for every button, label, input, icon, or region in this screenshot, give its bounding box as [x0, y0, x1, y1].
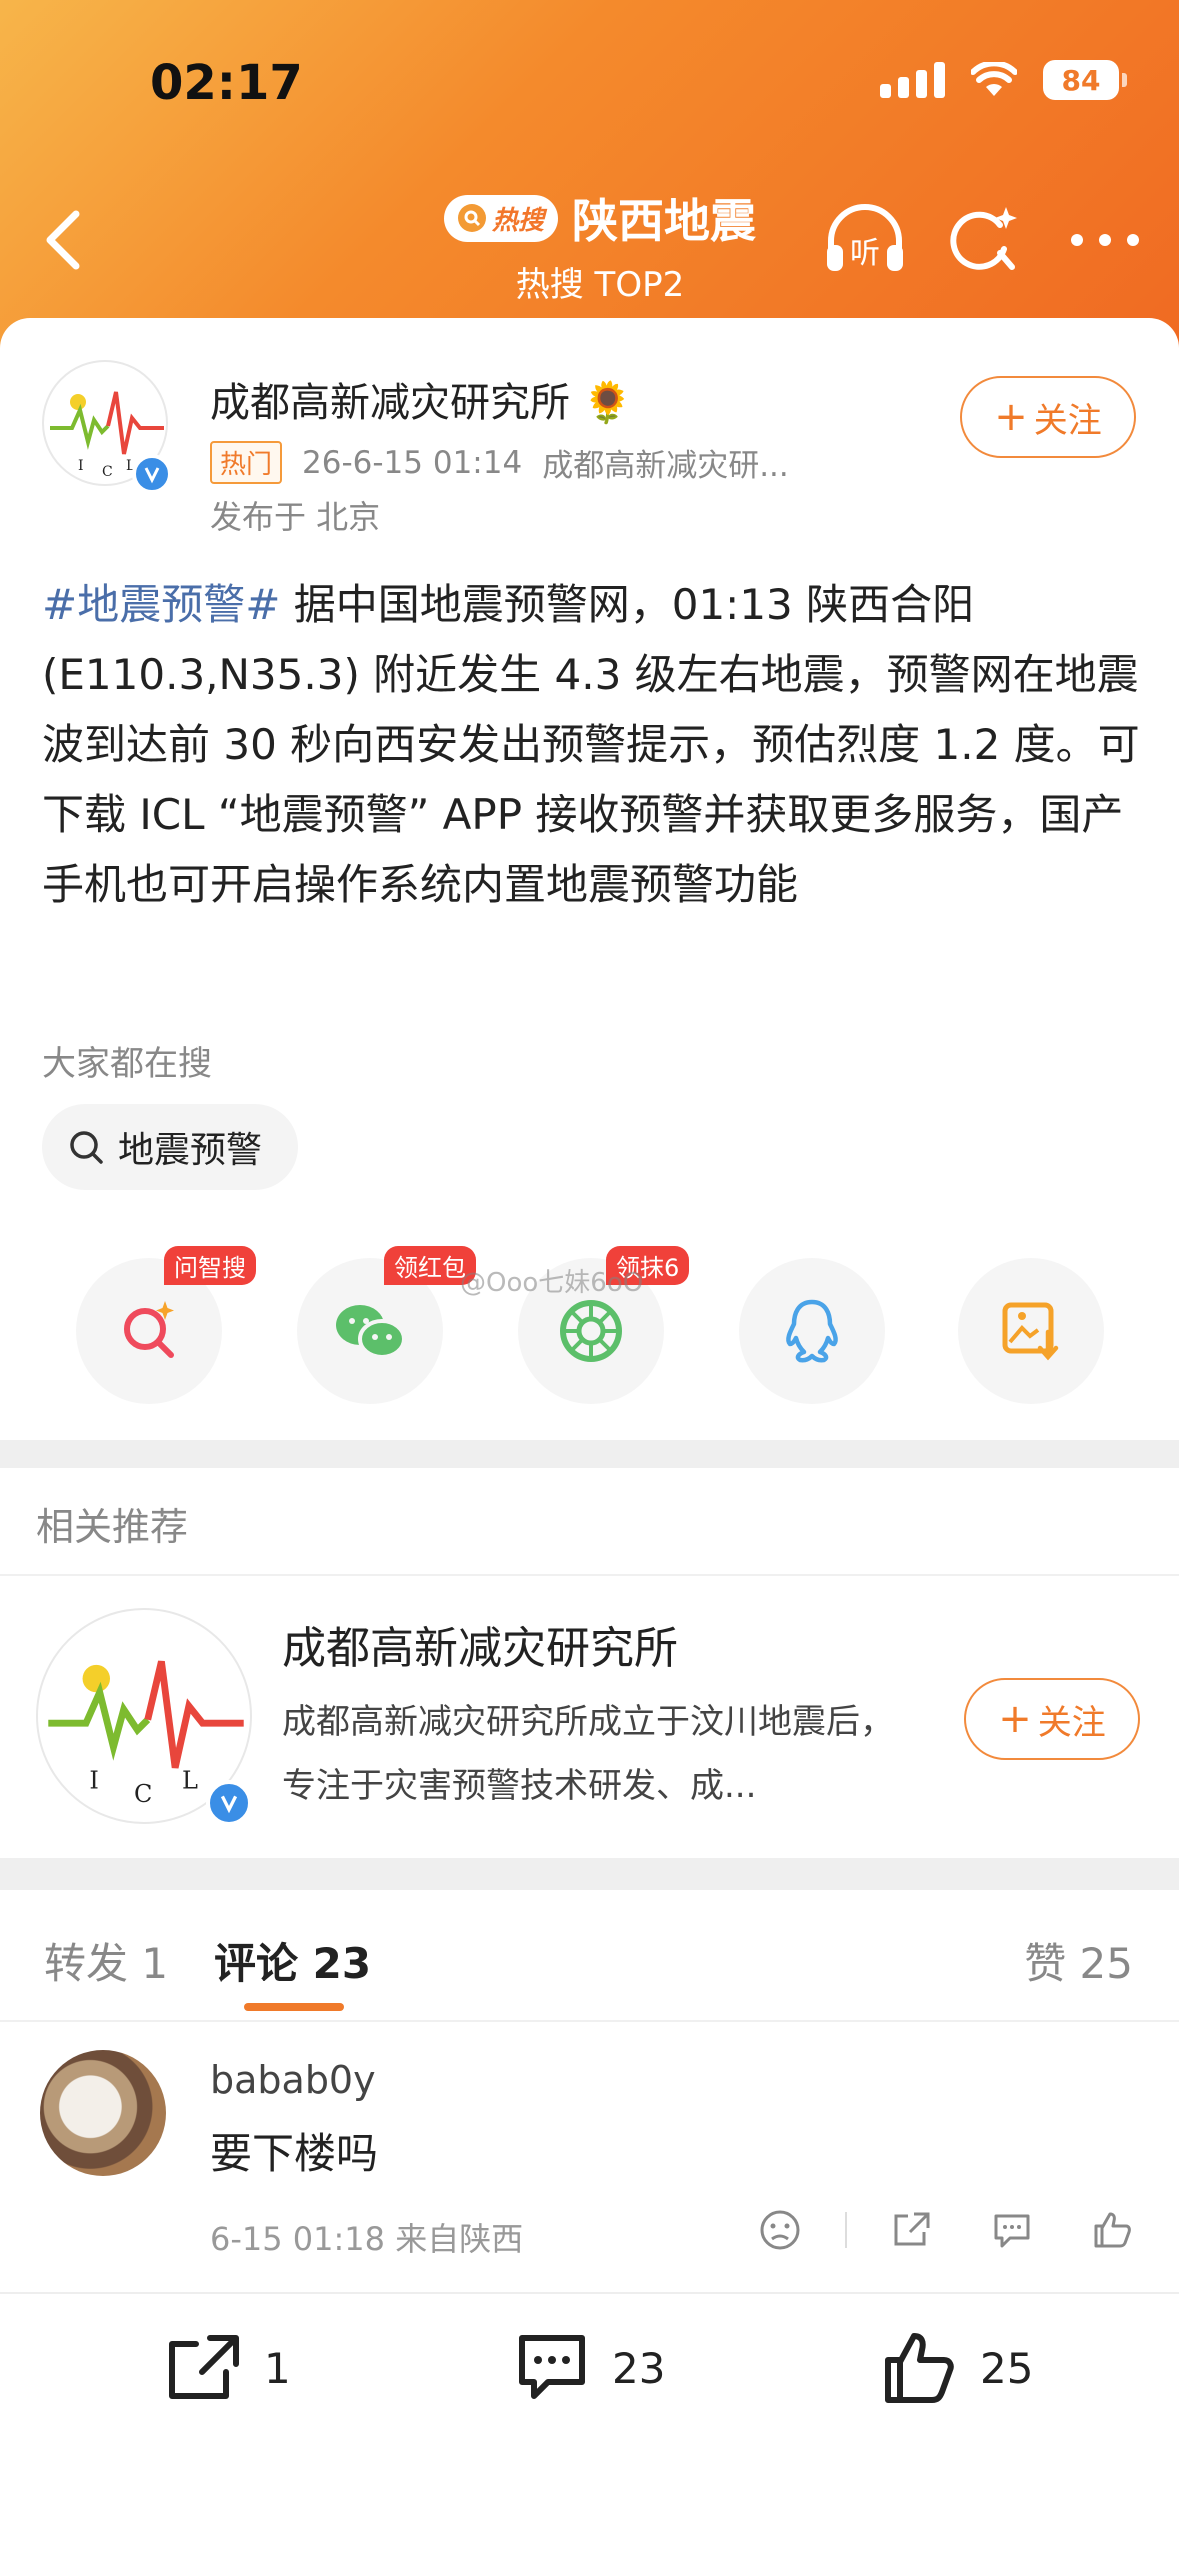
ai-search-icon	[950, 207, 1017, 270]
page-title: 陕西地震	[572, 194, 756, 248]
author-name[interactable]: 成都高新减灾研究所 🌻	[210, 370, 633, 428]
post-time: 26-6-15 01:14	[302, 444, 523, 481]
status-time: 02:17	[150, 55, 303, 111]
ai-search-icon	[124, 1301, 174, 1358]
search-chip[interactable]: 地震预警	[42, 1104, 299, 1190]
header-background	[0, 0, 1179, 360]
dislike-button[interactable]	[755, 2205, 805, 2255]
verified-badge-icon	[132, 454, 172, 494]
divider	[0, 1574, 1179, 1576]
more-options-button[interactable]	[1060, 200, 1150, 280]
thumbs-up-icon	[885, 2333, 954, 2403]
page-subtitle: 热搜 TOP2	[515, 265, 685, 305]
like-button[interactable]: 25	[880, 2330, 1033, 2406]
post-source: 成都高新减灾研...	[542, 448, 789, 484]
plus-icon: +	[994, 394, 1028, 440]
headphones-icon: 听	[827, 204, 903, 271]
hot-tag: 热门	[210, 441, 283, 484]
share-badge: 问智搜	[164, 1246, 256, 1285]
ai-search-button[interactable]	[940, 200, 1030, 280]
svg-text:I: I	[89, 1766, 98, 1794]
wechat-icon	[336, 1305, 406, 1359]
share-qq-button[interactable]	[739, 1258, 885, 1404]
post-text: 据中国地震预警网，01:13 陕西合阳 (E110.3,N35.3) 附近发生 …	[42, 580, 1140, 909]
post-location: 发布于 北京	[210, 498, 381, 536]
separator	[845, 2212, 847, 2248]
watermark: @Ooo七妹6oO	[460, 1268, 644, 1298]
thumbs-up-icon	[1094, 2212, 1131, 2248]
comment-meta: 6-15 01:18 来自陕西	[210, 2220, 524, 2258]
comment-actions	[755, 2205, 1137, 2255]
tab-comment[interactable]: 评论 23	[214, 1930, 371, 1991]
frown-face-icon	[760, 2210, 800, 2250]
header-title-group: 热搜 陕西地震 热搜 TOP2	[420, 185, 780, 306]
comment-like-button[interactable]	[1087, 2205, 1137, 2255]
svg-text:C: C	[134, 1780, 152, 1808]
commenter-name[interactable]: babab0y	[210, 2058, 376, 2102]
divider	[0, 2020, 1179, 2022]
comment-text: 要下楼吗	[210, 2129, 379, 2178]
interaction-tabs: 转发 1 评论 23 赞 25	[0, 1890, 1179, 2020]
save-image-button[interactable]	[958, 1258, 1104, 1404]
back-button[interactable]	[30, 200, 100, 280]
battery-indicator: 84	[1043, 60, 1127, 100]
status-indicators: 84	[880, 60, 1127, 100]
section-divider	[0, 1858, 1179, 1890]
more-dots-icon	[1071, 234, 1139, 246]
back-arrow-icon	[46, 210, 80, 270]
tab-repost[interactable]: 转发 1	[44, 1930, 168, 1991]
hashtag-link[interactable]: #地震预警#	[42, 580, 280, 629]
post-meta: 热门 26-6-15 01:14 成都高新减灾研...	[210, 440, 789, 485]
qq-icon	[786, 1299, 838, 1363]
follow-button[interactable]: + 关注	[960, 376, 1136, 458]
cellular-signal-icon	[880, 62, 945, 98]
tab-active-indicator	[244, 2003, 344, 2011]
comment-button[interactable]: 23	[512, 2330, 665, 2406]
hot-badge-label: 热搜	[491, 205, 544, 236]
wifi-icon	[970, 60, 1018, 98]
repost-icon	[169, 2335, 239, 2399]
trending-search-label: 大家都在搜	[42, 1044, 212, 1084]
save-image-icon	[1002, 1302, 1059, 1361]
comment-icon	[519, 2335, 585, 2399]
recommend-title: 相关推荐	[36, 1505, 189, 1549]
post-body: #地震预警# 据中国地震预警网，01:13 陕西合阳 (E110.3,N35.3…	[42, 570, 1142, 920]
comment-reply-button[interactable]	[987, 2205, 1037, 2255]
section-divider	[0, 1440, 1179, 1468]
repost-button[interactable]: 1	[164, 2330, 291, 2406]
verified-badge-icon	[206, 1780, 252, 1826]
search-icon	[70, 1131, 103, 1164]
share-icon	[894, 2212, 930, 2246]
svg-text:C: C	[102, 464, 113, 480]
svg-text:听: 听	[850, 236, 880, 271]
svg-text:I: I	[78, 458, 84, 474]
tab-like[interactable]: 赞 25	[1024, 1930, 1133, 1991]
recommend-follow-button[interactable]: + 关注	[964, 1678, 1140, 1760]
search-small-icon	[457, 204, 486, 232]
plus-icon: +	[998, 1696, 1032, 1742]
chat-bubble-icon	[994, 2214, 1030, 2248]
hot-search-badge: 热搜	[443, 194, 558, 242]
recommend-name[interactable]: 成都高新减灾研究所	[282, 1612, 678, 1676]
recommend-description: 成都高新减灾研究所成立于汶川地震后，专注于灾害预警技术研发、成...	[282, 1702, 894, 1806]
commenter-avatar[interactable]	[40, 2050, 166, 2176]
sunflower-icon: 🌻	[582, 380, 633, 426]
listen-button[interactable]: 听	[820, 200, 910, 280]
comment-share-button[interactable]	[887, 2205, 937, 2255]
moments-icon	[560, 1300, 622, 1362]
bottom-action-bar: 1 23 25	[0, 2292, 1179, 2556]
svg-text:L: L	[182, 1766, 198, 1794]
